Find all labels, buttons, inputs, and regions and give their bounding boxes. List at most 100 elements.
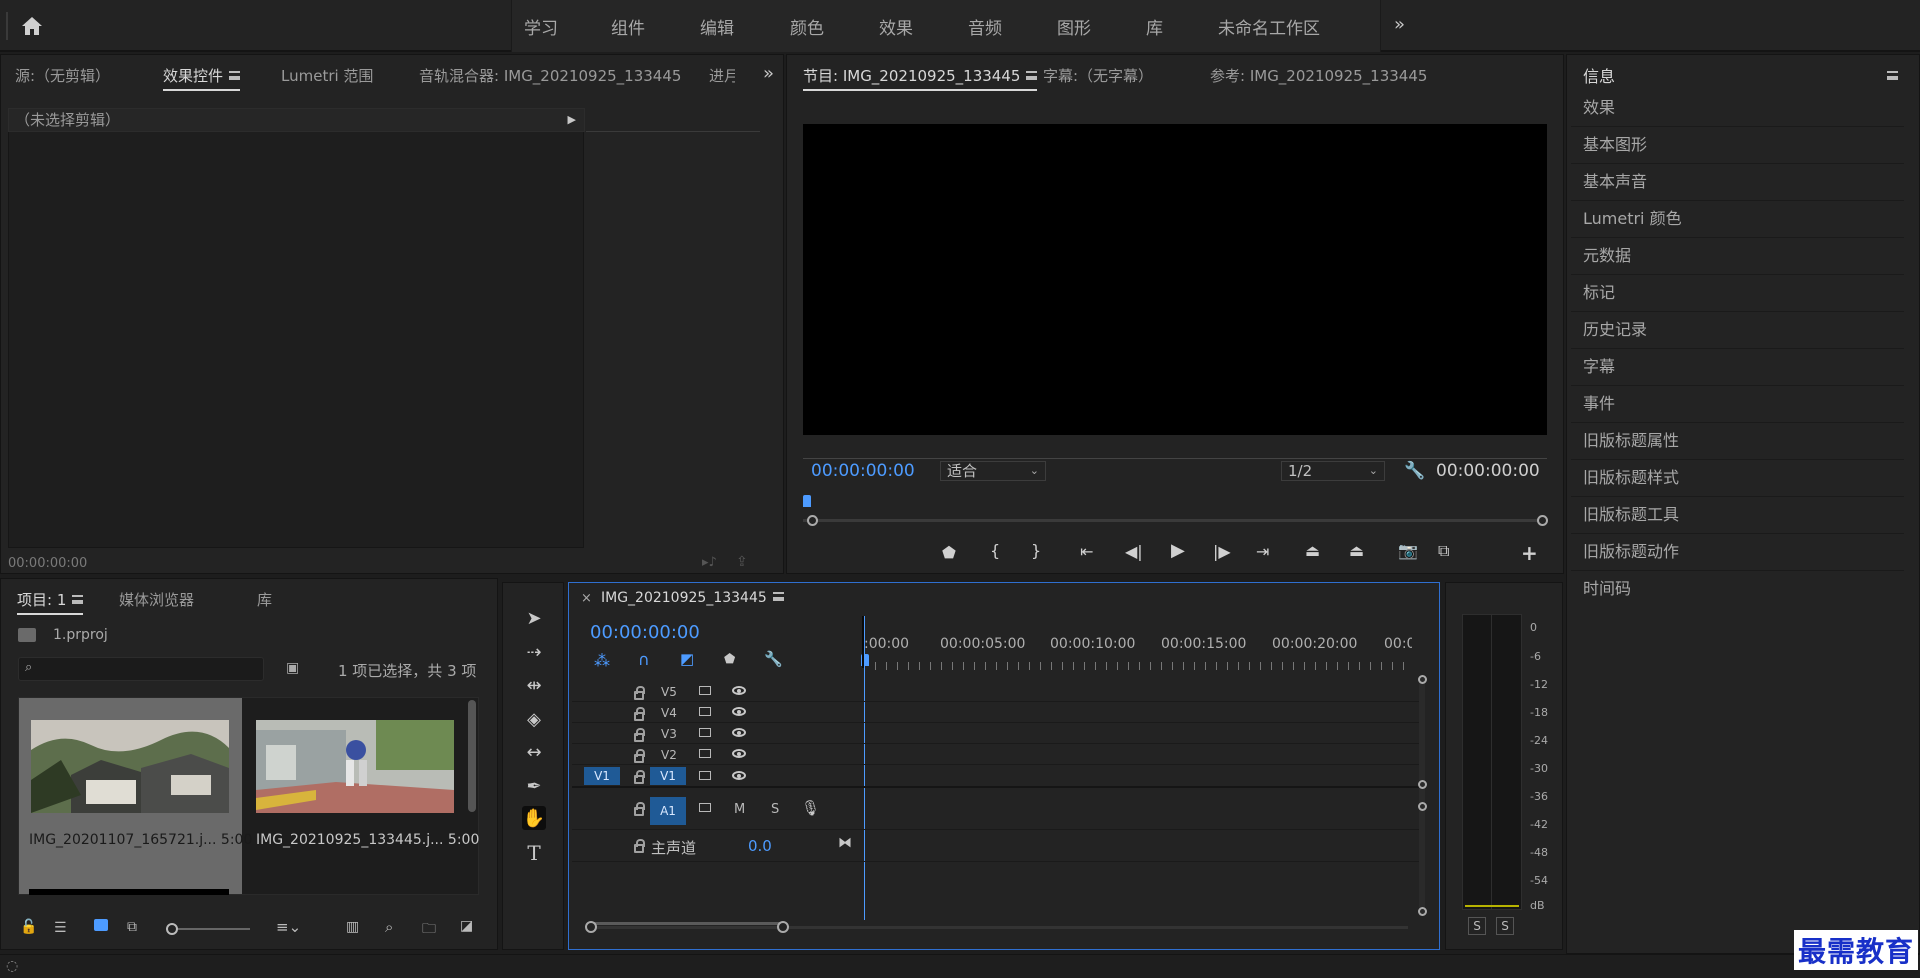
program-video-frame[interactable] [803,124,1547,435]
freeform-view-icon[interactable]: ⧉ [127,919,137,935]
info-item-legacy-title-actions[interactable]: 旧版标题动作 [1571,534,1904,571]
ripple-edit-tool-icon[interactable]: ⇹ [522,673,546,697]
zoom-slider-track[interactable] [178,928,250,930]
info-item-lumetri-color[interactable]: Lumetri 颜色 [1571,201,1904,238]
sync-lock-film-icon[interactable] [699,749,711,758]
tab-effect-controls[interactable]: 效果控件 [163,65,241,91]
clip-thumbnail[interactable] [256,720,454,813]
tab-audio-track-mixer[interactable]: 音轨混合器: IMG_20210925_133445 [419,65,681,86]
insert-nest-icon[interactable]: ⁂ [594,651,610,670]
new-bin-icon[interactable]: 🗀 [422,918,436,942]
slip-tool-icon[interactable]: ↔ [522,740,546,764]
go-to-out-icon[interactable]: ⇥ [1256,542,1269,561]
project-scrollbar[interactable] [468,700,476,812]
tab-source[interactable]: 源:（无剪辑） [15,65,110,86]
program-playhead[interactable] [803,495,811,507]
program-playhead-timecode[interactable]: 00:00:00:00 [811,461,915,481]
panel-overflow-icon[interactable]: » [763,63,774,84]
find-icon[interactable]: ⌕ [385,918,393,936]
tab-libraries[interactable]: 库 [257,589,272,610]
info-item-history[interactable]: 历史记录 [1571,312,1904,349]
scroll-handle[interactable] [1418,780,1427,789]
sync-lock-film-icon[interactable] [699,707,711,716]
tab-reference[interactable]: 参考: IMG_20210925_133445 [1210,65,1427,86]
timeline-settings-wrench-icon[interactable]: 🔧 [764,650,783,668]
toggle-track-output-eye-icon[interactable] [732,707,746,716]
tab-program[interactable]: 节目: IMG_20210925_133445 [803,65,1038,91]
time-ruler-ticks[interactable] [864,662,1412,670]
mark-in-icon[interactable]: { [990,541,1000,560]
workspace-tab-assembly[interactable]: 组件 [611,14,645,39]
selection-tool-icon[interactable]: ➤ [522,606,546,630]
track-row-v5[interactable]: V5 [572,681,1424,702]
solo-track-button[interactable]: S [771,802,779,817]
lift-icon[interactable]: ⏏ [1305,541,1320,560]
master-volume-value[interactable]: 0.0 [748,837,772,855]
track-row-v4[interactable]: V4 [572,702,1424,723]
step-forward-icon[interactable]: |▶ [1213,542,1231,561]
track-row-master[interactable]: 主声道 0.0 ⧓ [572,830,1424,862]
panel-menu-icon[interactable] [229,71,241,80]
scroll-handle-right[interactable] [777,921,789,933]
timeline-zoom-thumb[interactable] [591,922,781,925]
panel-menu-icon[interactable] [772,592,784,601]
track-lock-icon[interactable] [634,802,645,816]
scroll-handle[interactable] [1418,802,1427,811]
workspace-tab-graphics[interactable]: 图形 [1057,14,1091,39]
compare-view-icon[interactable]: ⧉ [1438,541,1449,561]
new-search-bin-icon[interactable]: ▣ [286,660,299,676]
info-item-effects[interactable]: 效果 [1571,90,1904,127]
export-frame-camera-icon[interactable]: 📷 [1398,541,1418,560]
voice-over-record-mic-icon[interactable]: 🎙 [801,799,820,817]
timeline-vertical-scrollbar[interactable] [1419,676,1425,916]
panel-menu-icon[interactable] [1026,71,1038,80]
track-row-v1[interactable]: V1 V1 [572,765,1424,788]
master-track-pan-icon[interactable]: ⧓ [838,835,852,851]
new-item-icon[interactable]: ◪ [460,918,473,934]
clip-thumbnail[interactable] [31,720,229,813]
automate-to-sequence-icon[interactable]: ▥ [346,919,359,935]
workspace-tab-custom[interactable]: 未命名工作区 [1218,14,1320,39]
tab-captions[interactable]: 字幕:（无字幕） [1043,65,1153,86]
info-item-timecode[interactable]: 时间码 [1571,571,1904,608]
track-lock-icon[interactable] [634,707,645,721]
tab-project[interactable]: 项目: 1 [17,589,84,615]
project-lock-icon[interactable]: 🔓 [20,919,37,935]
project-clip-item[interactable]: IMG_20201107_165721.j... 5:00 [19,698,252,894]
track-lock-icon[interactable] [634,770,645,784]
home-button[interactable] [18,12,46,40]
info-panel-title[interactable]: 信息 [1583,63,1615,87]
info-item-legacy-title-properties[interactable]: 旧版标题属性 [1571,423,1904,460]
workspace-tab-editing[interactable]: 编辑 [700,14,734,39]
workspace-tab-learn[interactable]: 学习 [524,14,558,39]
toggle-track-output-eye-icon[interactable] [732,749,746,758]
button-editor-plus-icon[interactable]: + [1521,541,1538,565]
panel-menu-icon[interactable] [72,595,84,604]
info-item-essential-sound[interactable]: 基本声音 [1571,164,1904,201]
more-workspaces-icon[interactable]: » [1394,14,1405,35]
workspace-tab-effects[interactable]: 效果 [879,14,913,39]
linked-selection-icon[interactable]: ◩ [680,650,694,668]
timeline-zoom-scrollbar[interactable] [588,926,1408,929]
effect-controls-timecode[interactable]: 00:00:00:00 [8,556,87,571]
track-lock-icon[interactable] [634,839,645,853]
track-row-v2[interactable]: V2 [572,744,1424,765]
info-item-captions[interactable]: 字幕 [1571,349,1904,386]
sync-lock-film-icon[interactable] [699,771,711,780]
snap-magnet-icon[interactable]: ∩ [638,650,650,669]
meter-solo-left-button[interactable]: S [1468,917,1486,935]
audio-only-icon[interactable]: ▸♪ [702,555,717,570]
step-back-icon[interactable]: ◀| [1125,542,1143,561]
track-row-a1[interactable]: A1 M S 🎙 [572,790,1424,830]
zoom-slider-handle[interactable] [166,923,178,935]
info-item-metadata[interactable]: 元数据 [1571,238,1904,275]
timeline-playhead-timecode[interactable]: 00:00:00:00 [590,622,700,643]
zoom-level-select[interactable]: 适合 ⌄ [940,461,1046,481]
info-item-events[interactable]: 事件 [1571,386,1904,423]
hand-tool-icon[interactable]: ✋ [522,806,546,830]
icon-view-icon[interactable] [94,919,108,931]
playback-resolution-select[interactable]: 1/2 ⌄ [1281,461,1385,481]
sort-icons-icon[interactable]: ≡⌄ [276,918,301,936]
sync-lock-film-icon[interactable] [699,686,711,695]
go-to-in-icon[interactable]: ⇤ [1080,542,1093,561]
